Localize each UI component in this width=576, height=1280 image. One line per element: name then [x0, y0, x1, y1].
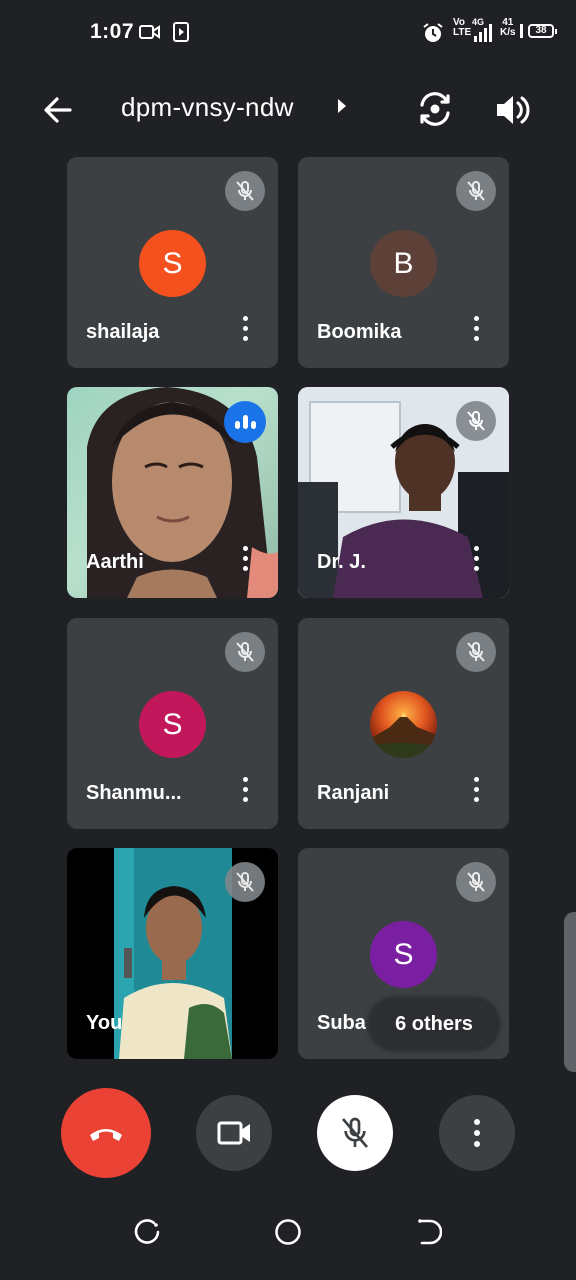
participant-more-icon[interactable]: [240, 316, 250, 342]
back-nav-icon[interactable]: [414, 1218, 442, 1246]
participant-name: Shanmu...: [86, 782, 182, 804]
speed-unit: K/s: [500, 27, 516, 38]
participant-more-icon[interactable]: [471, 316, 481, 342]
end-call-icon: [90, 1129, 122, 1141]
participant-more-icon[interactable]: [471, 777, 481, 803]
video-camera-icon: [139, 25, 160, 39]
alarm-icon: [423, 23, 443, 42]
avatar: [370, 691, 437, 758]
participant-more-icon[interactable]: [240, 777, 250, 803]
participant-tile-aarthi[interactable]: Aarthi: [67, 387, 278, 598]
participant-name: Suba: [317, 1012, 366, 1034]
participant-tile-shanmu[interactable]: S Shanmu...: [67, 618, 278, 829]
mic-off-icon: [456, 401, 496, 441]
more-options-icon: [474, 1119, 480, 1147]
play-icon: [173, 22, 189, 42]
mic-off-icon: [456, 632, 496, 672]
participant-more-icon[interactable]: [240, 546, 250, 572]
title-expand-arrow-icon[interactable]: [338, 99, 346, 113]
avatar: S: [139, 691, 206, 758]
participant-name: You: [86, 1012, 123, 1034]
mic-off-icon: [456, 171, 496, 211]
avatar: S: [370, 921, 437, 988]
status-bar: 1:07 Vo LTE 4G 41 K/s 38: [0, 0, 576, 64]
participant-name: shailaja: [86, 321, 160, 343]
mic-toggle-button[interactable]: [317, 1095, 393, 1171]
recents-icon[interactable]: [134, 1218, 162, 1246]
mic-off-icon: [225, 171, 265, 211]
participant-tile-dr-j[interactable]: Dr. J.: [298, 387, 509, 598]
flip-camera-icon[interactable]: [414, 88, 456, 130]
status-time: 1:07: [90, 20, 135, 43]
avatar: S: [139, 230, 206, 297]
edge-panel-handle[interactable]: [564, 912, 576, 1072]
participant-tile-boomika[interactable]: B Boomika: [298, 157, 509, 368]
signal-small-icon: [520, 24, 523, 38]
avatar: B: [370, 230, 437, 297]
participant-tile-you[interactable]: You: [67, 848, 278, 1059]
system-nav-bar: [0, 1190, 576, 1280]
self-video: [114, 848, 232, 1059]
participant-name: Dr. J.: [317, 551, 366, 573]
participant-name: Ranjani: [317, 782, 390, 804]
speaker-icon[interactable]: [492, 90, 532, 130]
camera-icon: [217, 1121, 250, 1145]
network-indicator: Vo LTE: [453, 18, 471, 38]
network-speed: 41 K/s: [500, 18, 516, 38]
signal-icon: [474, 24, 492, 42]
mic-off-icon: [225, 632, 265, 672]
mic-off-icon: [456, 862, 496, 902]
participant-name: Aarthi: [86, 551, 144, 573]
meeting-top-bar: dpm-vnsy-ndw: [0, 70, 576, 148]
home-icon[interactable]: [274, 1218, 302, 1246]
participant-name: Boomika: [317, 321, 402, 343]
end-call-button[interactable]: [61, 1088, 151, 1178]
more-options-button[interactable]: [439, 1095, 515, 1171]
participant-tile-shailaja[interactable]: S shailaja: [67, 157, 278, 368]
meeting-code-title[interactable]: dpm-vnsy-ndw: [121, 92, 294, 123]
speaking-indicator-icon: [224, 401, 266, 443]
back-arrow-icon[interactable]: [40, 92, 76, 128]
participant-more-icon[interactable]: [471, 546, 481, 572]
mic-off-icon: [225, 862, 265, 902]
battery-icon: 38: [528, 24, 557, 38]
lte-label: LTE: [453, 27, 472, 38]
participant-tile-ranjani[interactable]: Ranjani: [298, 618, 509, 829]
others-count-badge[interactable]: 6 others: [369, 998, 499, 1050]
camera-button[interactable]: [196, 1095, 272, 1171]
mic-off-icon: [341, 1117, 369, 1148]
